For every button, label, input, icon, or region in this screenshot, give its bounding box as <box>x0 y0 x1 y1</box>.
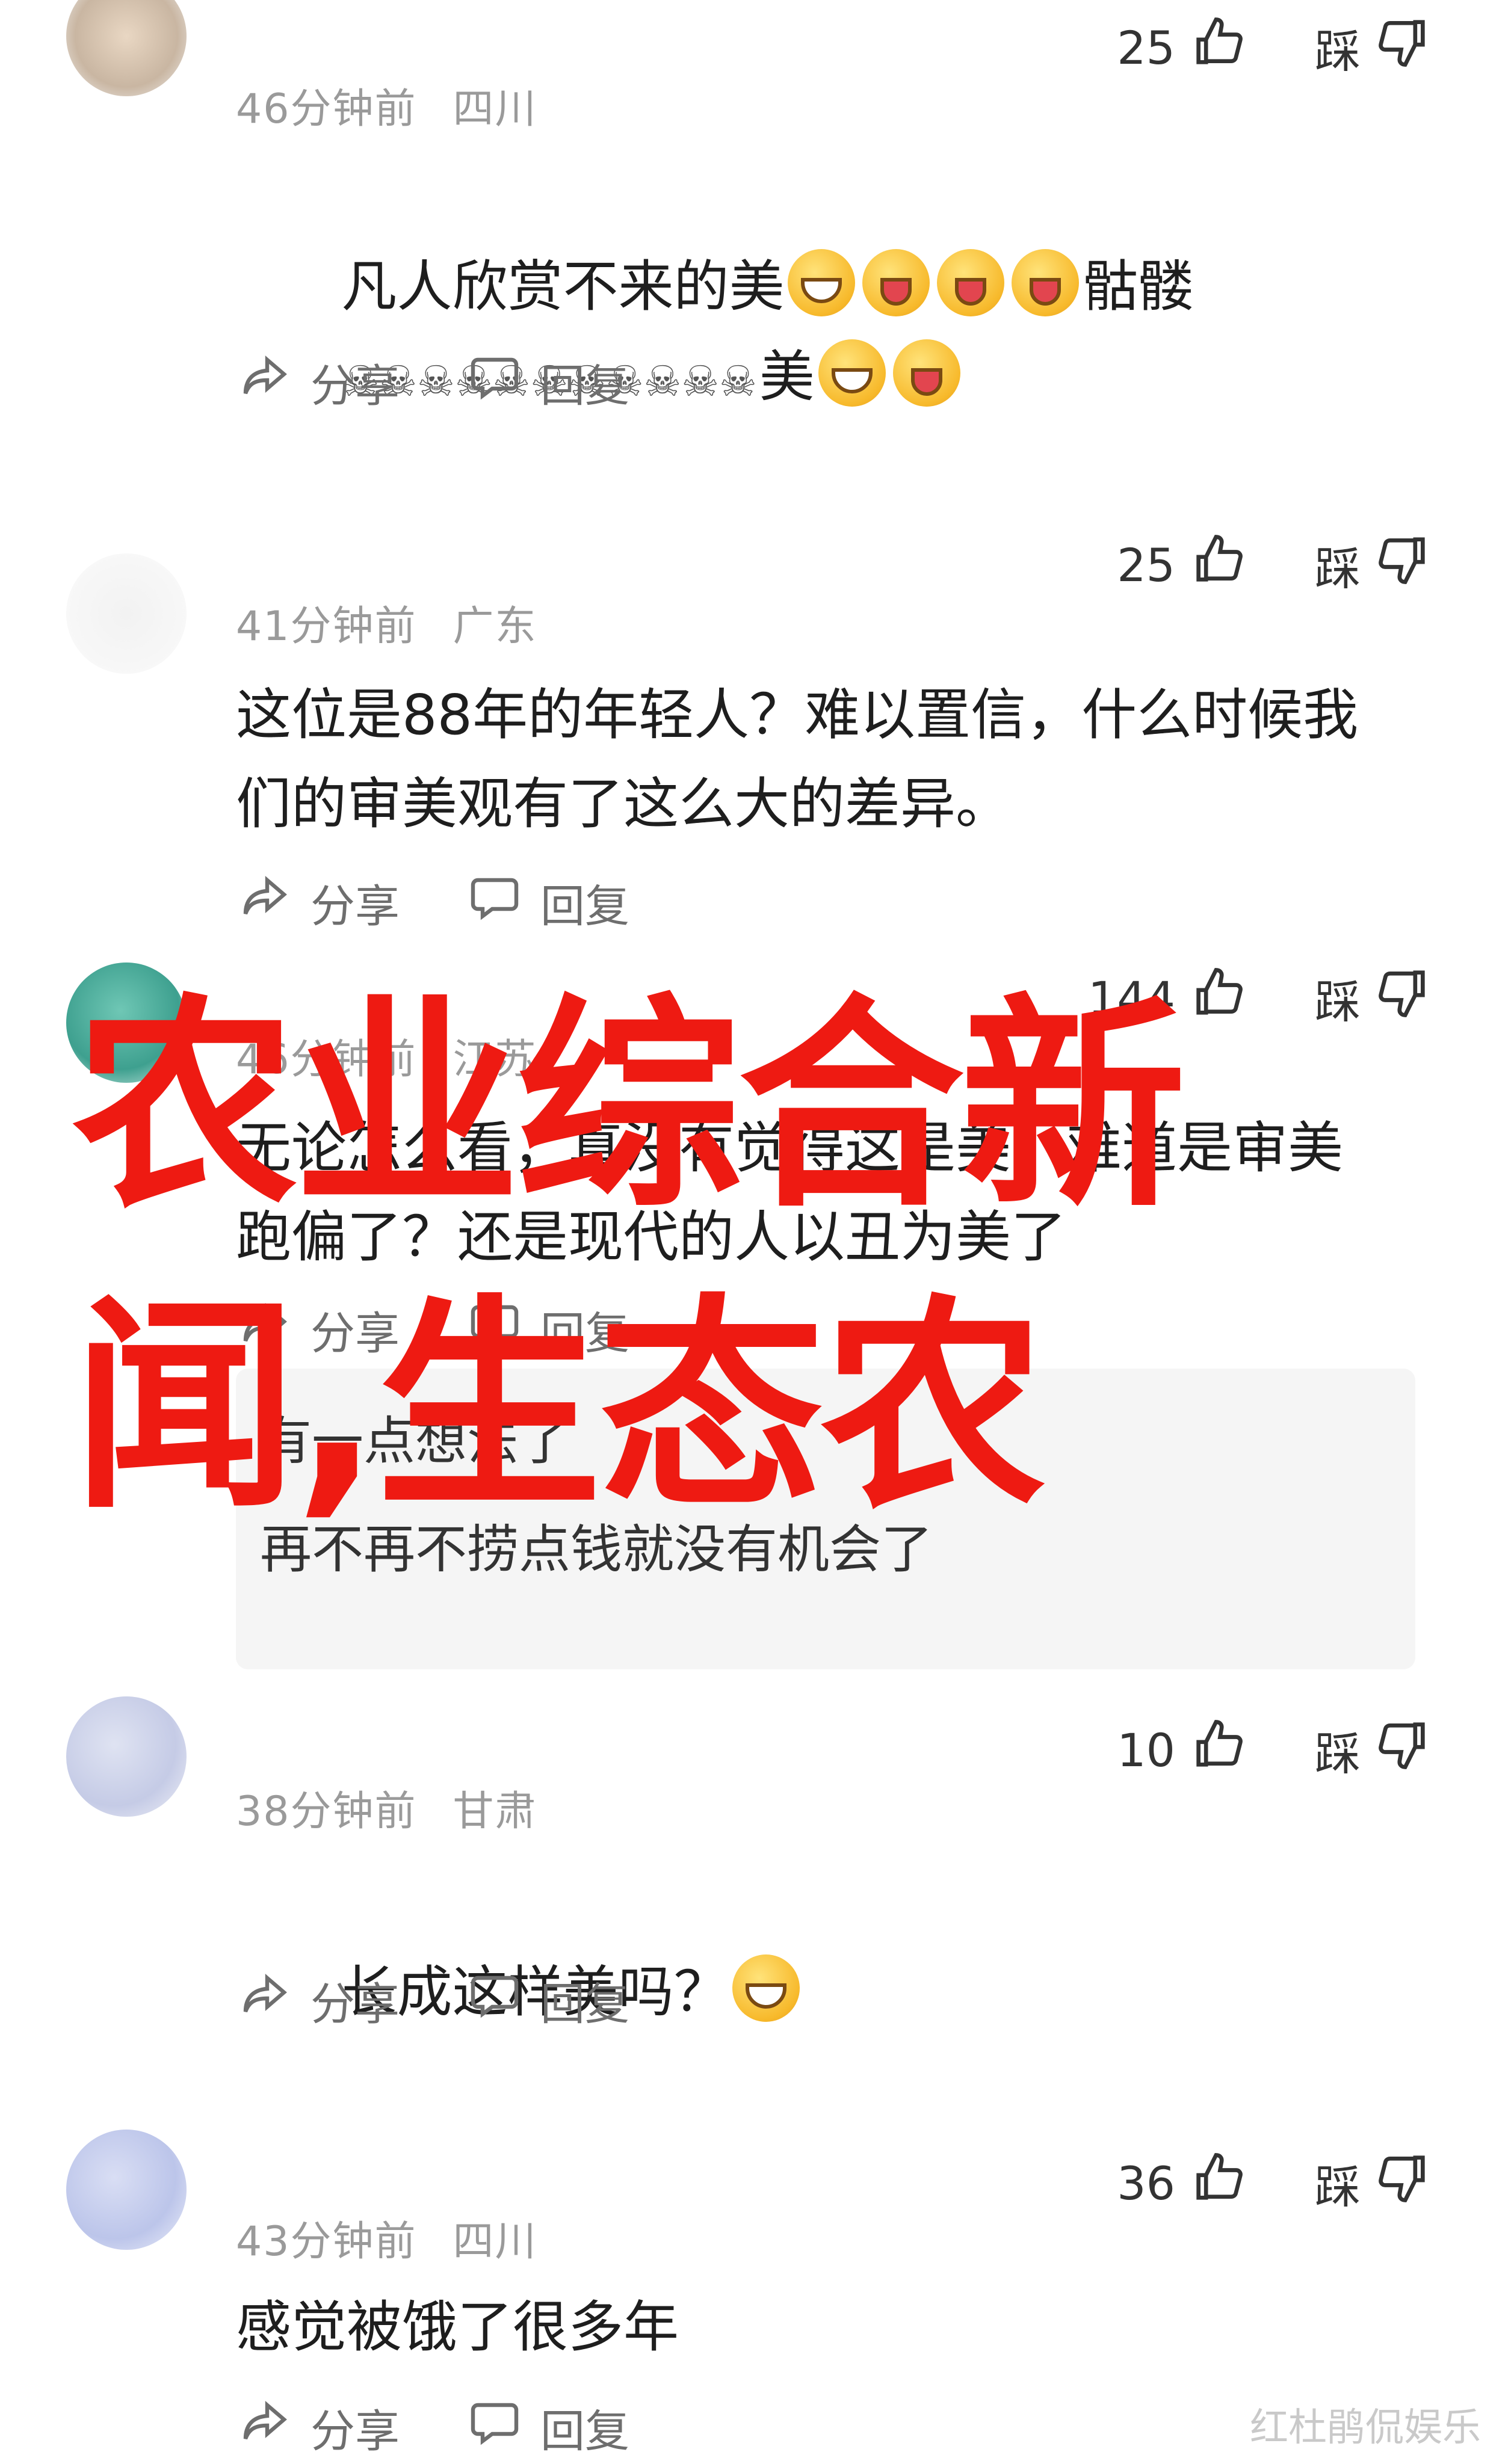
thumbs-down-icon <box>1373 1714 1433 1785</box>
comment-meta: 46分钟前 四川 <box>236 75 537 135</box>
comment-text: 感觉被饿了很多年 <box>236 2295 679 2359</box>
thumbs-up-icon[interactable] <box>1188 12 1249 83</box>
vote-group: 25 踩 <box>1117 12 1433 83</box>
comment-location: 四川 <box>453 2218 537 2265</box>
vote-group: 10 踩 <box>1117 1714 1433 1785</box>
thumbs-up-icon[interactable] <box>1188 529 1249 600</box>
grin-emoji-icon <box>818 339 886 407</box>
thumbs-up-icon[interactable] <box>1188 2148 1249 2219</box>
thumbs-up-icon[interactable] <box>1188 1714 1249 1785</box>
comment-time: 41分钟前 <box>236 603 417 650</box>
share-icon <box>236 868 294 937</box>
comment-actions: 分享 回复 <box>236 1973 629 2030</box>
watermark: 红杜鹃侃娱乐 <box>1250 2406 1481 2450</box>
dislike-label: 踩 <box>1315 2160 1361 2214</box>
like-count: 25 <box>1117 20 1175 75</box>
comment-location: 四川 <box>453 85 537 133</box>
comment-actions: 分享 回复 <box>236 355 629 412</box>
surprised-emoji-icon <box>732 1954 800 2022</box>
comment-bubble-icon <box>466 1966 524 2034</box>
reply-label: 回复 <box>540 880 629 932</box>
thumbs-down-icon <box>1373 2148 1433 2219</box>
comment-text: 这位是88年的年轻人？难以置信，什么时候我 们的审美观有了这么大的差异。 <box>236 683 1359 836</box>
comment-time: 38分钟前 <box>236 1788 417 1835</box>
comment-time: 46分钟前 <box>236 85 417 133</box>
share-icon <box>236 2393 294 2462</box>
reply-button[interactable]: 回复 <box>466 2393 629 2462</box>
share-button[interactable]: 分享 <box>236 2393 400 2462</box>
comment-text-line2-tail: 美 <box>759 345 815 409</box>
share-button[interactable]: 分享 <box>236 348 400 416</box>
reply-label: 回复 <box>540 2405 629 2457</box>
reply-button[interactable]: 回复 <box>466 348 629 416</box>
share-label: 分享 <box>311 1978 400 2030</box>
like-count: 36 <box>1117 2156 1175 2210</box>
comment-bubble-icon <box>466 2393 524 2462</box>
vote-group: 25 踩 <box>1117 529 1433 600</box>
avatar[interactable] <box>66 0 187 96</box>
like-count: 10 <box>1117 1723 1175 1777</box>
comment-location: 广东 <box>453 603 537 650</box>
comment-actions: 分享 回复 <box>236 875 629 932</box>
comment-bubble-icon <box>466 348 524 416</box>
share-label: 分享 <box>311 360 400 412</box>
avatar[interactable] <box>66 2130 187 2250</box>
share-label: 分享 <box>311 880 400 932</box>
comment-location: 甘肃 <box>453 1788 537 1835</box>
comment-bubble-icon <box>466 868 524 937</box>
overlay-headline: 农业综合新闻,生态农 <box>72 976 1186 1539</box>
share-button[interactable]: 分享 <box>236 1966 400 2034</box>
dislike-button[interactable]: 踩 <box>1315 2148 1433 2219</box>
tongue-emoji-icon <box>892 339 960 407</box>
share-icon <box>236 1966 294 2034</box>
comment-meta: 43分钟前 四川 <box>236 2208 537 2267</box>
share-label: 分享 <box>311 2405 400 2457</box>
dislike-label: 踩 <box>1315 542 1361 596</box>
reply-button[interactable]: 回复 <box>466 868 629 937</box>
comment-actions: 分享 回复 <box>236 2400 629 2457</box>
comment-meta: 41分钟前 广东 <box>236 593 537 652</box>
reply-button[interactable]: 回复 <box>466 1966 629 2034</box>
vote-group: 36 踩 <box>1117 2148 1433 2219</box>
dislike-label: 踩 <box>1315 25 1361 78</box>
dislike-button[interactable]: 踩 <box>1315 1714 1433 1785</box>
thumbs-down-icon <box>1373 12 1433 83</box>
reply-label: 回复 <box>540 1978 629 2030</box>
share-icon <box>236 348 294 416</box>
dislike-button[interactable]: 踩 <box>1315 12 1433 83</box>
dislike-button[interactable]: 踩 <box>1315 529 1433 600</box>
like-count: 25 <box>1117 538 1175 592</box>
comment-meta: 38分钟前 甘肃 <box>236 1778 537 1837</box>
dislike-label: 踩 <box>1315 1727 1361 1781</box>
reply-label: 回复 <box>540 360 629 412</box>
comment-list: 46分钟前 四川 25 踩 凡人欣赏不来的美 骷髅 ☠☠☠☠☠☠☠☠☠☠☠美 分享 … <box>0 0 1511 2464</box>
share-button[interactable]: 分享 <box>236 868 400 937</box>
comment-time: 43分钟前 <box>236 2218 417 2265</box>
thumbs-down-icon <box>1373 529 1433 600</box>
avatar[interactable] <box>66 1696 187 1817</box>
avatar[interactable] <box>66 553 187 674</box>
